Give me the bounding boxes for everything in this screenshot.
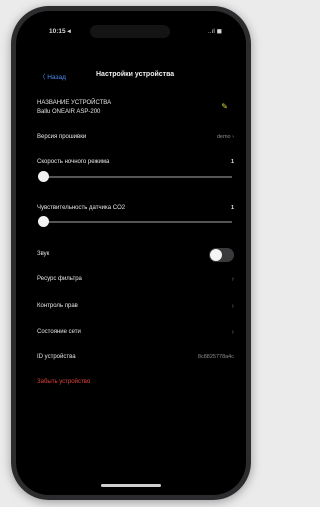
sound-row: Звук — [37, 251, 234, 257]
page-title: Настройки устройства — [96, 71, 175, 78]
firmware-label: Версия прошивки — [37, 134, 87, 140]
sound-label: Звук — [37, 251, 50, 257]
night-speed-slider[interactable] — [38, 171, 232, 182]
filter-row[interactable]: Ресурс фильтра › — [37, 276, 234, 283]
filter-label: Ресурс фильтра — [37, 276, 82, 282]
device-id-value: 8c8825778a4c — [197, 354, 234, 360]
network-label: Состояние сети — [37, 329, 81, 335]
device-name-value: Ballu ONEAIR ASP-200 — [37, 109, 101, 115]
toggle-knob — [210, 249, 222, 261]
sound-toggle[interactable] — [209, 248, 234, 262]
device-id-label: ID устройства — [37, 354, 76, 360]
chevron-right-icon: › — [231, 329, 234, 336]
nav-bar: 〈 Назад Настройки устройства — [16, 70, 246, 84]
dynamic-island — [90, 25, 170, 38]
chevron-right-icon: › — [231, 303, 234, 310]
night-speed-value: 1 — [230, 159, 234, 165]
device-id-row: ID устройства 8c8825778a4c — [37, 354, 234, 360]
forget-device-button[interactable]: Забыть устройство — [37, 379, 234, 385]
back-button[interactable]: 〈 Назад — [39, 71, 66, 81]
status-time: 10:15 ◂ — [49, 28, 71, 35]
status-bar: 10:15 ◂ ..ıl ◼ — [16, 25, 246, 38]
pencil-icon[interactable]: ✎ — [221, 102, 228, 111]
rights-label: Контроль прав — [37, 303, 78, 309]
co2-row: Чувствительность датчика CO2 1 — [37, 205, 234, 211]
co2-value: 1 — [230, 205, 234, 211]
rights-row[interactable]: Контроль прав › — [37, 303, 234, 310]
slider-thumb[interactable] — [38, 171, 49, 182]
night-speed-label: Скорость ночного режима — [37, 159, 110, 165]
night-speed-row: Скорость ночного режима 1 — [37, 159, 234, 165]
firmware-row[interactable]: Версия прошивки demo › — [37, 134, 234, 140]
chevron-right-icon: › — [231, 276, 234, 283]
co2-label: Чувствительность датчика CO2 — [37, 205, 126, 211]
co2-slider[interactable] — [38, 216, 232, 227]
device-name-label: НАЗВАНИЕ УСТРОЙСТВА — [37, 100, 112, 106]
firmware-value: demo › — [216, 134, 234, 140]
status-icons: ..ıl ◼ — [207, 28, 222, 35]
network-row[interactable]: Состояние сети › — [37, 329, 234, 336]
slider-thumb[interactable] — [38, 216, 49, 227]
phone-screen: 10:15 ◂ ..ıl ◼ 〈 Назад Настройки устройс… — [16, 11, 246, 495]
phone-frame: 10:15 ◂ ..ıl ◼ 〈 Назад Настройки устройс… — [11, 6, 251, 500]
home-indicator — [101, 484, 161, 487]
